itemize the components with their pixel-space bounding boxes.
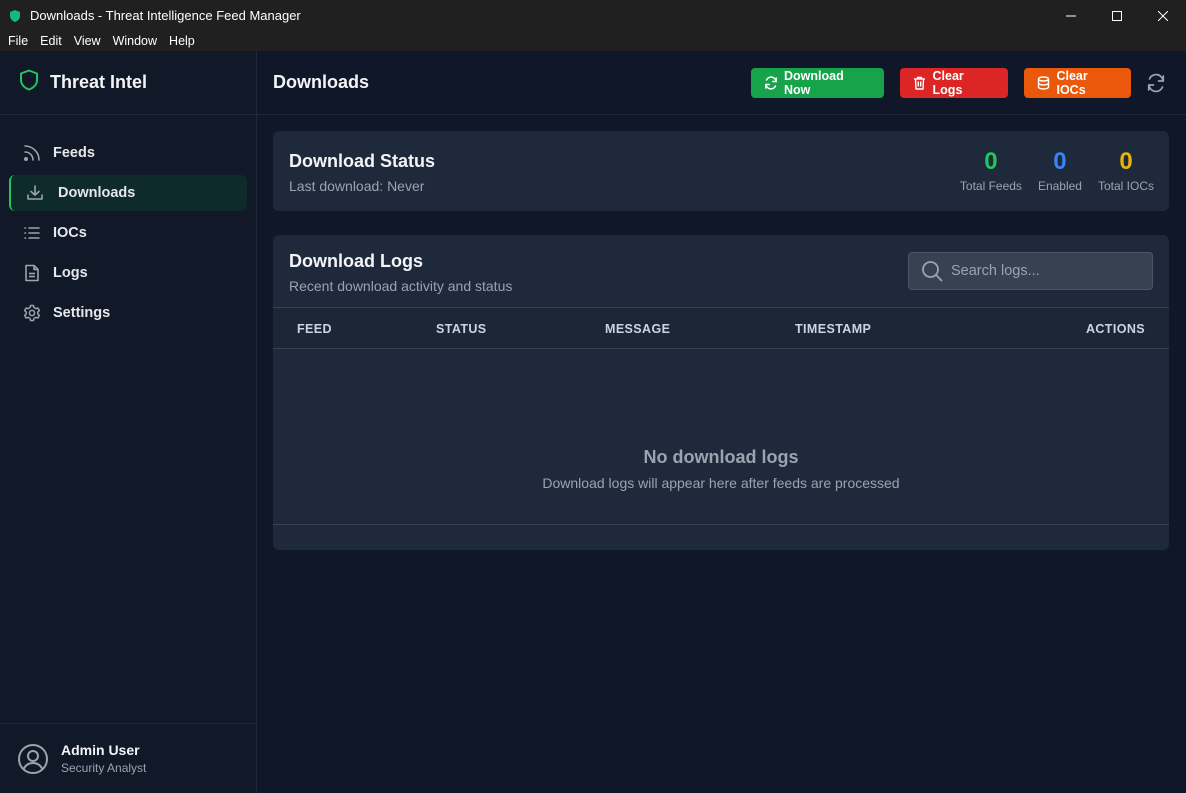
empty-state-title: No download logs — [643, 447, 799, 467]
sidebar-item-settings[interactable]: Settings — [9, 295, 247, 331]
database-icon — [1037, 76, 1050, 90]
stat-enabled: 0 Enabled — [1038, 147, 1082, 193]
user-avatar-icon — [17, 743, 49, 775]
app-shield-icon — [10, 9, 22, 23]
menu-bar: File Edit View Window Help — [0, 31, 1186, 51]
download-status-title: Download Status — [289, 151, 436, 171]
stat-total-iocs: 0 Total IOCs — [1098, 147, 1154, 193]
download-now-label: Download Now — [784, 69, 844, 97]
shield-icon — [19, 69, 39, 96]
menu-help[interactable]: Help — [163, 31, 201, 51]
search-input[interactable]: Search logs... — [908, 252, 1153, 290]
status-stats: 0 Total Feeds 0 Enabled 0 Total IOCs — [944, 147, 1154, 193]
page-title: Downloads — [273, 72, 370, 92]
refresh-icon — [1147, 73, 1165, 93]
user-role: Security Analyst — [61, 761, 147, 775]
column-header-timestamp[interactable]: TIMESTAMP — [795, 322, 871, 336]
last-download-text: Last download: Never — [289, 178, 425, 194]
close-button[interactable] — [1140, 0, 1186, 31]
sidebar-item-downloads[interactable]: Downloads — [9, 175, 247, 211]
sidebar-item-feeds[interactable]: Feeds — [9, 135, 247, 171]
rss-icon — [22, 143, 42, 163]
download-status-card: Download Status Last download: Never 0 T… — [273, 131, 1169, 211]
stat-value: 0 — [1053, 148, 1067, 175]
download-now-button[interactable]: Download Now — [751, 68, 884, 98]
clear-logs-button[interactable]: Clear Logs — [900, 68, 1008, 98]
download-icon — [25, 183, 45, 203]
trash-icon — [913, 76, 927, 90]
sidebar-item-label: IOCs — [53, 225, 87, 241]
column-header-feed[interactable]: FEED — [297, 322, 332, 336]
user-panel[interactable]: Admin User Security Analyst — [0, 723, 256, 793]
sidebar-item-iocs[interactable]: IOCs — [9, 215, 247, 251]
stat-label: Total Feeds — [959, 179, 1022, 193]
list-icon — [22, 223, 42, 243]
file-text-icon — [22, 263, 42, 283]
download-logs-subtitle: Recent download activity and status — [289, 278, 513, 294]
stat-label: Enabled — [1037, 179, 1082, 193]
maximize-button[interactable] — [1094, 0, 1140, 31]
sidebar-item-label: Settings — [53, 305, 111, 321]
download-logs-title: Download Logs — [289, 251, 423, 271]
search-icon — [921, 260, 943, 282]
sidebar: Threat Intel Feeds Downloads IOCs Logs S… — [0, 51, 257, 793]
minimize-button[interactable] — [1048, 0, 1094, 31]
column-header-status[interactable]: STATUS — [436, 322, 487, 336]
sidebar-item-label: Downloads — [58, 185, 136, 201]
stat-total-feeds: 0 Total Feeds — [960, 147, 1022, 193]
refresh-button[interactable] — [1145, 72, 1167, 94]
logs-table-header: FEED STATUS MESSAGE TIMESTAMP ACTIONS — [273, 307, 1169, 349]
brand-title: Threat Intel — [50, 72, 148, 92]
user-name: Admin User — [61, 742, 140, 758]
clear-iocs-label: Clear IOCs — [1056, 69, 1088, 97]
main-content: Downloads Download Now Clear Logs Clear … — [257, 51, 1186, 793]
stat-value: 0 — [984, 148, 998, 175]
brand: Threat Intel — [0, 51, 256, 115]
menu-file[interactable]: File — [2, 31, 34, 51]
stat-label: Total IOCs — [1097, 179, 1154, 193]
column-header-message[interactable]: MESSAGE — [605, 322, 670, 336]
page-header: Downloads Download Now Clear Logs Clear … — [257, 51, 1186, 115]
sidebar-item-logs[interactable]: Logs — [9, 255, 247, 291]
menu-edit[interactable]: Edit — [34, 31, 68, 51]
sidebar-nav: Feeds Downloads IOCs Logs Settings — [0, 115, 256, 331]
window-title: Downloads - Threat Intelligence Feed Man… — [30, 8, 301, 23]
empty-state: No download logs Download logs will appe… — [273, 349, 1169, 525]
empty-state-subtitle: Download logs will appear here after fee… — [542, 475, 900, 491]
column-header-actions: ACTIONS — [1085, 322, 1145, 336]
download-logs-card: Download Logs Recent download activity a… — [273, 235, 1169, 550]
sidebar-item-label: Logs — [53, 265, 88, 281]
sidebar-item-label: Feeds — [53, 145, 95, 161]
window-titlebar: Downloads - Threat Intelligence Feed Man… — [0, 0, 1186, 31]
menu-view[interactable]: View — [68, 31, 107, 51]
clear-iocs-button[interactable]: Clear IOCs — [1024, 68, 1131, 98]
gear-icon — [22, 303, 42, 323]
menu-window[interactable]: Window — [107, 31, 163, 51]
clear-logs-label: Clear Logs — [932, 69, 964, 97]
refresh-icon — [764, 76, 778, 90]
search-placeholder: Search logs... — [951, 263, 1040, 279]
stat-value: 0 — [1119, 148, 1133, 175]
